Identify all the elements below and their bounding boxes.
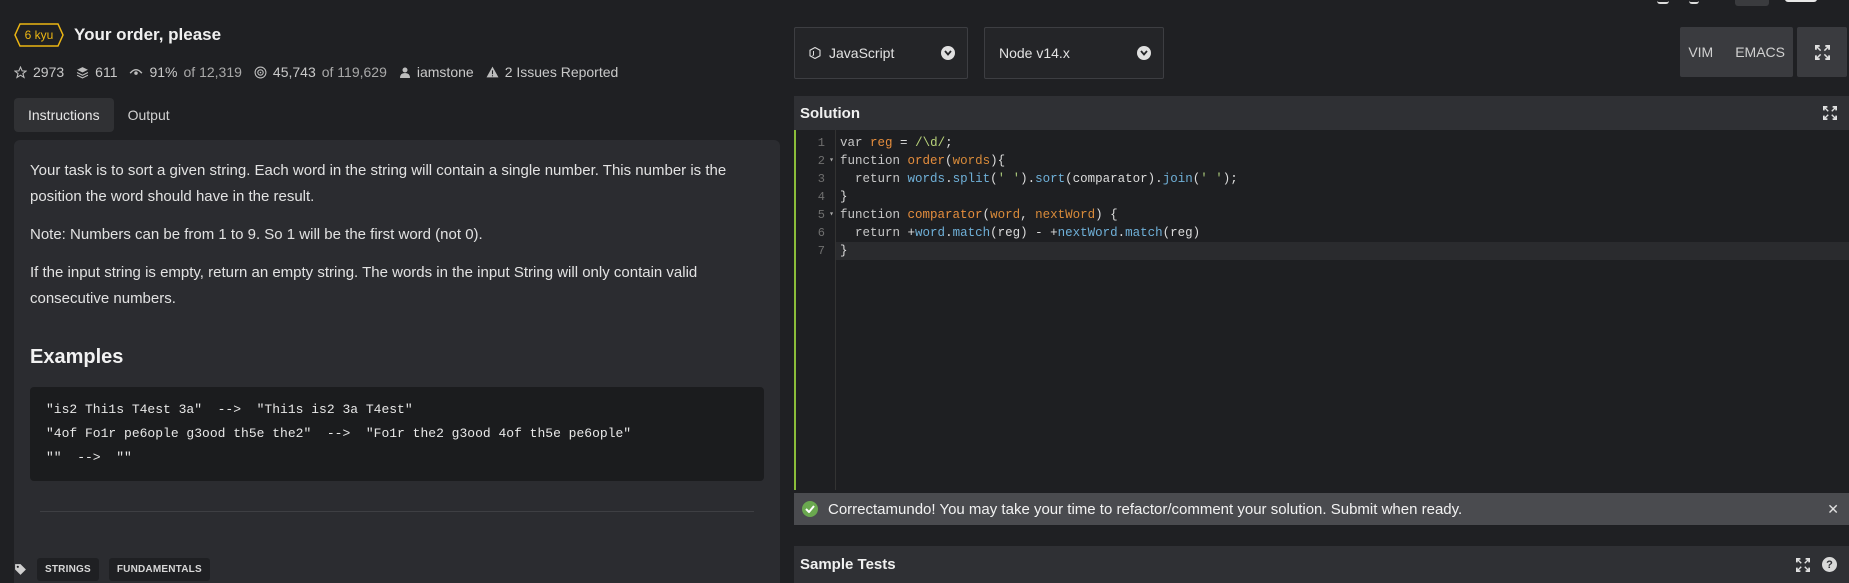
solution-panel: Solution 1 2 ▾ 3 4 5 ▾ 6 7 var reg = /\d/;…: [794, 96, 1849, 526]
javascript-icon: [809, 47, 821, 59]
code-line: return +word.match(reg) - +nextWord.matc…: [855, 226, 1201, 240]
instruction-tabs: Instructions Output: [14, 98, 184, 132]
line-number: 6: [817, 226, 825, 240]
success-message: Correctamundo! You may take your time to…: [828, 500, 1463, 518]
divider: [40, 511, 754, 512]
fullscreen-button[interactable]: [1797, 27, 1847, 77]
fold-arrow-icon[interactable]: ▾: [829, 152, 834, 170]
code-line: }: [836, 242, 1849, 260]
fold-arrow-icon[interactable]: ▾: [829, 206, 834, 224]
stars-count: 2973: [33, 64, 65, 80]
kata-title: Your order, please: [74, 25, 222, 44]
eye-rating-icon: [130, 68, 143, 75]
emacs-mode-button[interactable]: EMACS: [1735, 44, 1785, 60]
author-stat[interactable]: iamstone: [399, 64, 474, 80]
stars-stat[interactable]: 2973: [14, 64, 64, 80]
close-icon[interactable]: ✕: [1827, 501, 1839, 518]
kata-tags: STRINGS FUNDAMENTALS: [14, 558, 210, 581]
example-line: "4of Fo1r pe6ople g3ood th5e the2" --> "…: [46, 426, 632, 441]
completed-stat[interactable]: 45,743 of 119,629: [254, 64, 387, 80]
tag-strings[interactable]: STRINGS: [37, 558, 99, 581]
code-line: }: [840, 190, 848, 204]
satisfaction-total: of 12,319: [183, 64, 242, 80]
kata-description: Your task is to sort a given string. Eac…: [14, 140, 780, 583]
language-label: JavaScript: [829, 45, 895, 61]
layers-icon: [76, 66, 89, 79]
description-paragraph: Note: Numbers can be from 1 to 9. So 1 w…: [30, 226, 483, 243]
instructions-pane: 6 kyu Your order, please 2973 611 91% of…: [0, 0, 790, 583]
success-banner: Correctamundo! You may take your time to…: [794, 493, 1849, 525]
line-number: 2 ▾: [817, 152, 834, 170]
expand-icon[interactable]: [1796, 557, 1810, 572]
completed-total: of 119,629: [321, 64, 387, 80]
line-number: 4: [817, 190, 825, 204]
warning-icon: [486, 66, 499, 78]
chevron-down-icon: [1137, 46, 1151, 60]
editor-mode-toggle: VIM EMACS: [1680, 27, 1793, 77]
example-line: "is2 Thi1s T4est 3a" --> "Thi1s is2 3a T…: [46, 402, 413, 417]
code-editor[interactable]: 1 2 ▾ 3 4 5 ▾ 6 7 var reg = /\d/; function…: [794, 130, 1849, 490]
code-line: function comparator(word, nextWord) {: [840, 208, 1118, 222]
sample-tests-header: Sample Tests ?: [794, 546, 1849, 583]
line-number: 7: [817, 244, 825, 258]
tag-icon: [15, 564, 26, 575]
example-line: "" --> "": [46, 450, 132, 465]
issues-count: 2 Issues Reported: [504, 64, 619, 80]
runtime-label: Node v14.x: [999, 45, 1070, 61]
editor-pane: JavaScript Node v14.x VIM EMACS Solution…: [794, 0, 1849, 583]
tab-instructions[interactable]: Instructions: [14, 98, 114, 132]
expand-icon[interactable]: [1823, 106, 1837, 120]
line-number: 5 ▾: [817, 206, 834, 224]
code-line: return words.split(' ').sort(comparator)…: [855, 172, 1238, 186]
check-circle-icon: [802, 501, 818, 517]
user-icon: [399, 67, 410, 78]
description-paragraph: Your task is to sort a given string. Eac…: [30, 162, 727, 205]
code-line: var reg = /\d/;: [840, 136, 953, 150]
kata-header: 6 kyu Your order, please: [14, 22, 221, 48]
collections-stat[interactable]: 611: [76, 64, 117, 80]
examples-heading: Examples: [30, 346, 124, 368]
examples-code-block: "is2 Thi1s T4est 3a" --> "Thi1s is2 3a T…: [30, 387, 764, 481]
help-icon[interactable]: ?: [1822, 557, 1837, 572]
line-number-gutter: 1 2 ▾ 3 4 5 ▾ 6 7: [796, 130, 836, 490]
code-line: function order(words){: [840, 154, 1006, 168]
satisfaction-value: 91%: [149, 64, 178, 80]
rank-badge[interactable]: 6 kyu: [14, 23, 64, 47]
tab-output[interactable]: Output: [114, 98, 184, 132]
solution-header: Solution: [794, 96, 1849, 130]
sample-tests-actions: ?: [1796, 557, 1837, 572]
code-lines: var reg = /\d/; function order(words){ r…: [836, 130, 1849, 260]
fullscreen-icon: [1814, 44, 1830, 60]
vim-mode-button[interactable]: VIM: [1688, 44, 1713, 60]
author-name[interactable]: iamstone: [417, 64, 474, 80]
line-number: 1: [817, 136, 825, 150]
issues-stat[interactable]: 2 Issues Reported: [486, 64, 619, 80]
tag-fundamentals[interactable]: FUNDAMENTALS: [108, 558, 210, 581]
rank-label: 6 kyu: [24, 28, 54, 42]
solution-title: Solution: [800, 104, 860, 122]
collections-count: 611: [95, 64, 118, 80]
description-paragraph: If the input string is empty, return an …: [30, 264, 698, 307]
runtime-select[interactable]: Node v14.x: [984, 27, 1164, 79]
star-icon: [14, 65, 27, 79]
target-icon: [254, 66, 267, 78]
line-number: 3: [817, 172, 825, 186]
language-select[interactable]: JavaScript: [794, 27, 968, 79]
satisfaction-stat[interactable]: 91% of 12,319: [129, 64, 242, 80]
kata-stats: 2973 611 91% of 12,319 45,743 of 119,629…: [14, 64, 618, 80]
chevron-down-icon: [941, 46, 955, 60]
sample-tests-title: Sample Tests: [800, 556, 896, 573]
completed-count: 45,743: [272, 64, 316, 80]
